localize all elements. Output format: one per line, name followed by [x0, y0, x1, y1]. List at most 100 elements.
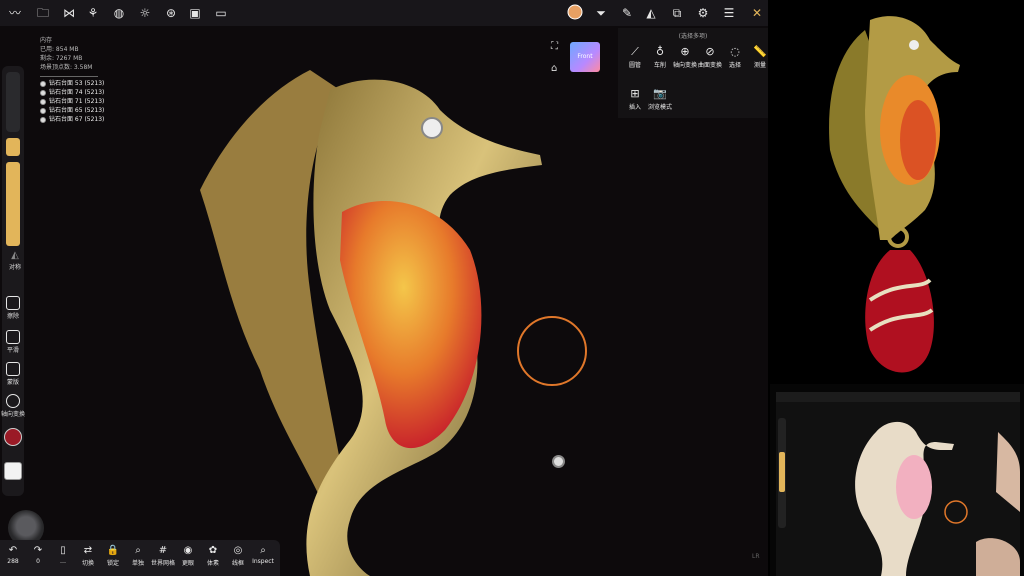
- axial-transform-tool-left[interactable]: 轴向变换: [0, 394, 26, 418]
- sun-icon[interactable]: ☼: [136, 4, 154, 22]
- redo-button[interactable]: ↷ 0: [25, 544, 51, 565]
- object-label: 钻石台面 74 (5213): [49, 89, 105, 96]
- axial-transform-icon: ⊕: [680, 45, 690, 58]
- object-row[interactable]: 钻石台面 53 (5213): [40, 79, 104, 88]
- symmetry-label: 对称: [8, 264, 21, 271]
- eraser-icon: [6, 296, 20, 310]
- visibility-dot-icon[interactable]: [40, 116, 46, 123]
- view-cube[interactable]: Front: [570, 42, 600, 72]
- surface-transform-tool-label: 曲面变换: [697, 62, 722, 69]
- camera-feed-image: [776, 392, 1020, 576]
- tools-icon[interactable]: ✕: [748, 4, 766, 22]
- undo-button[interactable]: ↶ 288: [0, 544, 26, 565]
- radius-slider[interactable]: [6, 72, 20, 132]
- object-row[interactable]: 钻石台面 74 (5213): [40, 88, 104, 97]
- erase-tool[interactable]: 擦除: [0, 296, 26, 320]
- layers-icon[interactable]: ⚘: [84, 4, 102, 22]
- mask-tool[interactable]: 蒙版: [0, 362, 26, 386]
- lock-icon: 🔒: [106, 545, 120, 556]
- lathe-tool-label: 车削: [653, 62, 666, 69]
- switch-button[interactable]: ⇄ 切换: [75, 544, 101, 567]
- axial-transform-tool[interactable]: ⊕ 轴向变换: [672, 44, 698, 69]
- visibility-dot-icon[interactable]: [40, 107, 46, 114]
- smooth-tool[interactable]: 平滑: [0, 330, 26, 354]
- visibility-dot-icon[interactable]: [40, 80, 46, 87]
- object-label: 钻石台面 67 (5213): [49, 116, 105, 123]
- tube-tool-label: 圆管: [628, 62, 641, 69]
- undo-icon: ↶: [8, 545, 18, 556]
- video-icon[interactable]: ▭: [212, 4, 230, 22]
- erase-label: 擦除: [6, 313, 19, 320]
- object-label: 钻石台面 71 (5213): [49, 98, 105, 105]
- object-row[interactable]: 钻石台面 67 (5213): [40, 115, 104, 124]
- voxel-button[interactable]: ✿ 体素: [200, 544, 226, 567]
- brush-icon[interactable]: ✎: [618, 4, 636, 22]
- mask-icon: [6, 362, 20, 376]
- material-ball-icon[interactable]: [566, 4, 584, 22]
- visibility-dot-icon[interactable]: [40, 98, 46, 105]
- visibility-dot-icon[interactable]: [40, 89, 46, 96]
- seahorse-model[interactable]: [190, 50, 560, 576]
- axial-icon: [6, 394, 20, 408]
- measure-tool[interactable]: 📏 测量: [747, 44, 768, 69]
- filter-icon[interactable]: ⏷: [592, 4, 610, 22]
- lathe-tool[interactable]: ♁ 车削: [647, 44, 673, 69]
- solo-button[interactable]: ⌕ 单独: [125, 544, 151, 567]
- scene-vertices: 场景顶点数: 3.58M: [40, 64, 93, 71]
- corner-label: LR: [752, 553, 760, 560]
- view-button-label: 更眼: [181, 560, 194, 567]
- inspect-button[interactable]: ⌕ Inspect: [250, 544, 276, 565]
- share-icon[interactable]: ⋈: [60, 4, 78, 22]
- material-icon[interactable]: ⊛: [162, 4, 180, 22]
- undo-button-label: 288: [7, 558, 19, 565]
- more-button[interactable]: ▯…: [50, 544, 76, 565]
- pointer-cursor: [552, 455, 565, 468]
- gear-icon[interactable]: ⚙: [694, 4, 712, 22]
- inspect-icon: ⌕: [260, 545, 266, 556]
- browse-mode-tool[interactable]: 📷 浏览模式: [647, 86, 673, 111]
- select-tool-label: 选择: [728, 62, 741, 69]
- voxel-button-label: 体素: [206, 560, 219, 567]
- globe-icon[interactable]: ◍: [110, 4, 128, 22]
- reference-render-panel: [770, 0, 1024, 384]
- object-row[interactable]: 钻石台面 65 (5213): [40, 106, 104, 115]
- surface-transform-icon: ⊘: [705, 45, 715, 58]
- intensity-slider[interactable]: [6, 162, 20, 246]
- stack-icon[interactable]: ⧉: [668, 4, 686, 22]
- world-grid-button[interactable]: # 世界网格: [150, 544, 176, 567]
- image-icon[interactable]: ▣: [186, 4, 204, 22]
- camera-feed-screen: [776, 392, 1020, 576]
- axial-transform-tool-label: 轴向变换: [672, 62, 697, 69]
- radius-fill[interactable]: [6, 138, 20, 156]
- sculpt-viewport[interactable]: 〰 🗀 ⋈ ⚘ ◍ ☼ ⊛ ▣ ▭ ⏷ ✎ ◭ ⧉ ⚙ ☰ ✕ 内存 已用: 8…: [0, 0, 768, 576]
- object-row[interactable]: 钻石台面 71 (5213): [40, 97, 104, 106]
- wireframe-icon: ◎: [233, 545, 243, 556]
- wireframe-button[interactable]: ◎ 线框: [225, 544, 251, 567]
- memory-free: 剩余: 7267 MB: [40, 55, 83, 62]
- fullscreen-icon[interactable]: ⛶: [551, 41, 558, 52]
- object-label: 钻石台面 65 (5213): [49, 107, 105, 114]
- home-icon[interactable]: ⌂: [551, 63, 557, 74]
- logo-icon[interactable]: 〰: [6, 4, 24, 22]
- inspect-button-label: Inspect: [252, 558, 274, 565]
- secondary-color-swatch[interactable]: [4, 462, 22, 480]
- triangle-icon[interactable]: ◭: [642, 4, 660, 22]
- mask-label: 蒙版: [6, 379, 19, 386]
- insert-tool[interactable]: ⊞ 插入: [622, 86, 648, 111]
- bottom-toolbar: ↶ 288 ↷ 0 ▯… ⇄ 切换 🔒 锁定 ⌕ 单独 # 世界网格 ◉ 更眼 ✿ 体素 ◎ 线框 ⌕ Inspect: [0, 540, 280, 576]
- symmetry-tool[interactable]: ◭ 对称: [2, 250, 28, 271]
- view-button[interactable]: ◉ 更眼: [175, 544, 201, 567]
- diamond-eye: [421, 117, 443, 139]
- select-tool[interactable]: ◌ 选择: [722, 44, 748, 69]
- object-label: 钻石台面 53 (5213): [49, 80, 105, 87]
- wireframe-button-label: 线框: [231, 560, 244, 567]
- sliders-icon[interactable]: ☰: [720, 4, 738, 22]
- lock-button[interactable]: 🔒 锁定: [100, 544, 126, 567]
- color-swatch[interactable]: [4, 428, 22, 446]
- lathe-icon: ♁: [655, 45, 665, 58]
- tube-tool[interactable]: ⟋ 圆管: [622, 44, 648, 69]
- select-icon: ◌: [730, 45, 740, 58]
- folder-icon[interactable]: 🗀: [34, 4, 52, 22]
- surface-transform-tool[interactable]: ⊘ 曲面变换: [697, 44, 723, 69]
- lock-button-label: 锁定: [106, 560, 119, 567]
